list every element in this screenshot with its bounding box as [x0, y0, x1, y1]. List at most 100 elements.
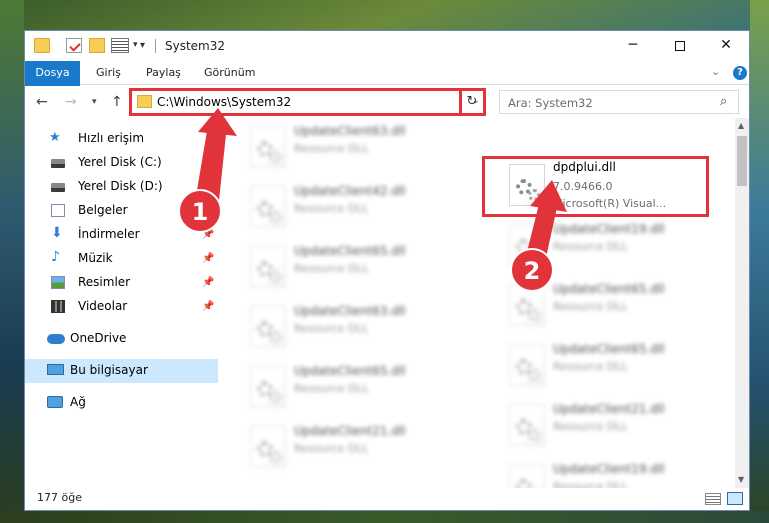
- desktop-background-bottom: [0, 511, 769, 523]
- dll-file-icon: [250, 306, 286, 348]
- dll-file-icon: [250, 186, 286, 228]
- file-type: Resource DLL: [553, 480, 628, 488]
- tab-home[interactable]: Giriş: [85, 61, 132, 85]
- chevron-down-icon[interactable]: ▾: [133, 40, 138, 50]
- file-list: UpdateClient63.dll Resource DLL UpdateCl…: [218, 118, 735, 488]
- pin-icon[interactable]: 📌: [202, 253, 214, 264]
- file-item[interactable]: UpdateClient65.dll Resource DLL: [503, 338, 723, 394]
- dll-file-icon: [250, 126, 286, 168]
- sidebar-item-label: Bu bilgisayar: [70, 363, 148, 377]
- details-view-icon[interactable]: [705, 493, 721, 505]
- file-item[interactable]: UpdateClient63.dll Resource DLL: [244, 120, 464, 176]
- new-folder-icon[interactable]: [89, 38, 105, 53]
- scroll-down-icon[interactable]: ▼: [738, 475, 744, 484]
- properties-icon[interactable]: [66, 38, 82, 53]
- customize-toolbar-icon[interactable]: ▾: [140, 40, 145, 51]
- recent-locations-icon[interactable]: ▾: [92, 97, 97, 107]
- search-input[interactable]: Ara: System32 ⌕: [499, 90, 739, 114]
- file-item[interactable]: UpdateClient21.dll Resource DLL: [503, 398, 723, 454]
- file-name: UpdateClient63.dll: [294, 304, 406, 318]
- file-type: Resource DLL: [553, 240, 628, 253]
- sidebar-item-label: Yerel Disk (D:): [78, 179, 163, 193]
- file-item[interactable]: UpdateClient19.dll Resource DLL: [503, 458, 723, 488]
- search-icon[interactable]: ⌕: [720, 94, 727, 109]
- tab-share[interactable]: Paylaş: [135, 61, 192, 85]
- file-type: Resource DLL: [294, 142, 369, 155]
- sidebar-item-network[interactable]: Ağ: [25, 391, 218, 415]
- pin-icon[interactable]: 📌: [202, 301, 214, 312]
- file-type: Resource DLL: [553, 300, 628, 313]
- file-type: Resource DLL: [294, 202, 369, 215]
- file-name: UpdateClient19.dll: [553, 222, 665, 236]
- desktop-background-right: [750, 0, 769, 523]
- back-arrow-icon[interactable]: ←: [36, 94, 48, 110]
- sidebar-item-label: OneDrive: [70, 331, 127, 345]
- cloud-icon: [47, 334, 65, 344]
- search-placeholder: Ara: System32: [508, 96, 593, 110]
- up-arrow-icon[interactable]: ↑: [111, 94, 123, 110]
- pin-icon[interactable]: 📌: [202, 157, 214, 168]
- navigation-pane: ★ Hızlı erişim Yerel Disk (C:) 📌 Yerel D…: [25, 118, 218, 488]
- vertical-scrollbar[interactable]: ▲ ▼: [735, 118, 749, 488]
- status-bar: 177 öğe: [25, 488, 749, 510]
- item-count: 177 öğe: [37, 491, 82, 504]
- network-icon: [47, 396, 63, 408]
- scroll-up-icon[interactable]: ▲: [738, 121, 744, 130]
- file-type: Resource DLL: [294, 442, 369, 455]
- pin-icon[interactable]: 📌: [202, 205, 214, 216]
- desktop-background-left: [0, 0, 24, 523]
- drive-icon: [51, 159, 65, 168]
- forward-arrow-icon[interactable]: →: [65, 94, 77, 110]
- view-icon[interactable]: [111, 38, 129, 53]
- pin-icon[interactable]: 📌: [202, 181, 214, 192]
- sidebar-item-downloads[interactable]: ⬇ İndirmeler 📌: [25, 223, 218, 247]
- sidebar-item-label: Resimler: [78, 275, 131, 289]
- file-name: UpdateClient65.dll: [553, 282, 665, 296]
- sidebar-item-pictures[interactable]: Resimler 📌: [25, 271, 218, 295]
- file-name: UpdateClient21.dll: [553, 402, 665, 416]
- pin-icon[interactable]: 📌: [202, 277, 214, 288]
- folder-icon[interactable]: [34, 38, 50, 53]
- sidebar-item-videos[interactable]: Videolar 📌: [25, 295, 218, 319]
- maximize-button[interactable]: [657, 31, 703, 61]
- file-name: UpdateClient19.dll: [553, 462, 665, 476]
- file-item[interactable]: UpdateClient19.dll Resource DLL: [503, 218, 723, 274]
- file-type: Resource DLL: [294, 382, 369, 395]
- file-name: UpdateClient63.dll: [294, 124, 406, 138]
- dll-file-icon: [509, 464, 545, 488]
- title-separator: [155, 39, 156, 53]
- scroll-thumb[interactable]: [737, 136, 747, 186]
- tab-view[interactable]: Görünüm: [193, 61, 266, 85]
- download-icon: ⬇: [51, 225, 63, 241]
- target-file-highlight-box: [482, 156, 709, 217]
- file-item[interactable]: UpdateClient21.dll Resource DLL: [244, 420, 464, 476]
- pin-icon[interactable]: 📌: [202, 229, 214, 240]
- file-item[interactable]: UpdateClient65.dll Resource DLL: [503, 278, 723, 334]
- file-item[interactable]: UpdateClient65.dll Resource DLL: [244, 360, 464, 416]
- sidebar-item-quick-access[interactable]: ★ Hızlı erişim: [25, 127, 218, 151]
- close-button[interactable]: ✕: [703, 31, 749, 61]
- navigation-bar: ← → ▾ ↑ C:\Windows\System32 ⌄ ↻ Ara: Sys…: [25, 86, 749, 118]
- expand-ribbon-icon[interactable]: ⌄: [711, 65, 720, 78]
- file-name: UpdateClient21.dll: [294, 424, 406, 438]
- sidebar-item-music[interactable]: ♪ Müzik 📌: [25, 247, 218, 271]
- ribbon-tabs: Dosya Giriş Paylaş Görünüm ⌄ ?: [25, 61, 749, 117]
- large-icons-view-icon[interactable]: [727, 492, 743, 505]
- file-item[interactable]: UpdateClient63.dll Resource DLL: [244, 300, 464, 356]
- sidebar-item-this-pc[interactable]: Bu bilgisayar: [25, 359, 218, 383]
- sidebar-item-local-disk-c[interactable]: Yerel Disk (C:) 📌: [25, 151, 218, 175]
- dll-file-icon: [250, 426, 286, 468]
- minimize-button[interactable]: ─: [610, 31, 656, 61]
- dll-file-icon: [509, 344, 545, 386]
- sidebar-item-local-disk-d[interactable]: Yerel Disk (D:) 📌: [25, 175, 218, 199]
- file-type: Resource DLL: [294, 262, 369, 275]
- sidebar-item-documents[interactable]: Belgeler 📌: [25, 199, 218, 223]
- help-icon[interactable]: ?: [733, 66, 747, 80]
- dll-file-icon: [509, 224, 545, 266]
- address-highlight-box: [129, 88, 486, 116]
- file-item[interactable]: UpdateClient42.dll Resource DLL: [244, 180, 464, 236]
- file-item[interactable]: UpdateClient65.dll Resource DLL: [244, 240, 464, 296]
- videos-icon: [51, 300, 65, 313]
- sidebar-item-onedrive[interactable]: OneDrive: [25, 327, 218, 351]
- file-type: Resource DLL: [553, 420, 628, 433]
